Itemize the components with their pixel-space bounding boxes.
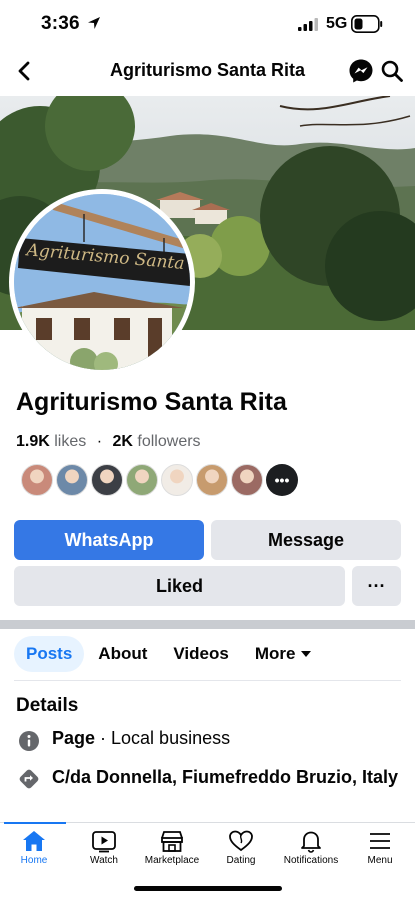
tab-about[interactable]: About (86, 636, 159, 672)
category-page-label: Page (52, 728, 96, 748)
watch-icon (92, 831, 116, 853)
bell-icon (301, 831, 321, 853)
friend-avatar[interactable] (126, 464, 158, 496)
search-button[interactable] (380, 59, 404, 88)
tab-more-label: More (254, 644, 296, 663)
detail-address[interactable]: C/da Donnella, Fiumefreddo Bruzio, Italy (16, 766, 399, 792)
marketplace-icon (161, 831, 183, 852)
more-friends-button[interactable]: ••• (266, 464, 298, 496)
friend-avatar[interactable] (231, 464, 263, 496)
tab-posts-label: Posts (26, 644, 73, 663)
stats-separator: · (96, 433, 103, 450)
likes-count: 1.9K (16, 433, 50, 450)
bottom-tab-bar: Home Watch Marketplace Dating Notificati… (0, 822, 415, 878)
back-button[interactable] (12, 58, 36, 84)
address-text: C/da Donnella, Fiumefreddo Bruzio, Italy (52, 767, 399, 787)
details-heading: Details (16, 695, 79, 716)
page-name: Agriturismo Santa Rita (16, 388, 287, 416)
farmhouse-sign-image: Agriturismo Santa Rita (14, 194, 190, 370)
friend-avatar[interactable] (56, 464, 88, 496)
friends-who-like[interactable]: ••• (21, 464, 301, 498)
more-actions-button[interactable]: ··· (352, 566, 401, 606)
tabbar-dating-label: Dating (226, 855, 256, 866)
directions-icon (16, 766, 42, 792)
page-stats: 1.9K likes · 2K followers (16, 433, 201, 451)
messenger-button[interactable] (348, 58, 374, 89)
active-tab-indicator (4, 822, 66, 824)
tabbar-dating[interactable]: Dating (207, 829, 275, 866)
dating-icon (229, 830, 253, 852)
location-arrow-icon (86, 15, 102, 36)
tabbar-home[interactable]: Home (0, 829, 68, 866)
message-button[interactable]: Message (211, 520, 401, 560)
category-type: · Local business (95, 728, 231, 748)
battery-icon (351, 15, 383, 38)
status-time: 3:36 (41, 13, 80, 34)
tab-more[interactable]: More (243, 636, 324, 672)
tabs-divider (14, 680, 401, 681)
tabbar-menu[interactable]: Menu (346, 829, 414, 866)
tabbar-notifications-label: Notifications (283, 855, 339, 866)
tabbar-marketplace[interactable]: Marketplace (138, 829, 206, 866)
friend-avatar[interactable] (161, 464, 193, 496)
messenger-icon (349, 59, 373, 83)
tab-about-label: About (98, 644, 148, 663)
liked-button[interactable]: Liked (14, 566, 345, 606)
friend-avatar[interactable] (196, 464, 228, 496)
tab-posts[interactable]: Posts (14, 636, 85, 672)
tabbar-watch[interactable]: Watch (70, 829, 138, 866)
profile-tabs: Posts About Videos More (14, 636, 325, 672)
top-navigation: Agriturismo Santa Rita (0, 50, 415, 94)
info-icon (16, 728, 42, 754)
tabbar-marketplace-label: Marketplace (144, 855, 200, 866)
home-icon (23, 831, 45, 851)
tabbar-home-label: Home (20, 855, 48, 866)
followers-label[interactable]: followers (137, 433, 200, 450)
whatsapp-button[interactable]: WhatsApp (14, 520, 204, 560)
profile-picture[interactable]: Agriturismo Santa Rita (9, 189, 195, 375)
search-icon (381, 60, 403, 82)
tabbar-menu-label: Menu (367, 855, 393, 866)
page-title: Agriturismo Santa Rita (109, 60, 306, 80)
status-bar: 3:36 5G (0, 0, 415, 50)
friend-avatar[interactable] (21, 464, 53, 496)
tabbar-watch-label: Watch (90, 855, 118, 866)
chevron-left-icon (18, 61, 30, 81)
friend-avatar[interactable] (91, 464, 123, 496)
tabbar-notifications[interactable]: Notifications (277, 829, 345, 866)
detail-category: Page · Local business (16, 728, 399, 754)
home-indicator (134, 886, 282, 891)
section-divider (0, 620, 415, 629)
caret-down-icon (301, 651, 312, 657)
tab-videos-label: Videos (173, 644, 229, 663)
network-type: 5G (326, 15, 348, 32)
cellular-signal-icon (298, 17, 320, 36)
menu-icon (370, 833, 390, 849)
tab-videos[interactable]: Videos (161, 636, 240, 672)
followers-count: 2K (112, 433, 133, 450)
likes-label[interactable]: likes (54, 433, 86, 450)
